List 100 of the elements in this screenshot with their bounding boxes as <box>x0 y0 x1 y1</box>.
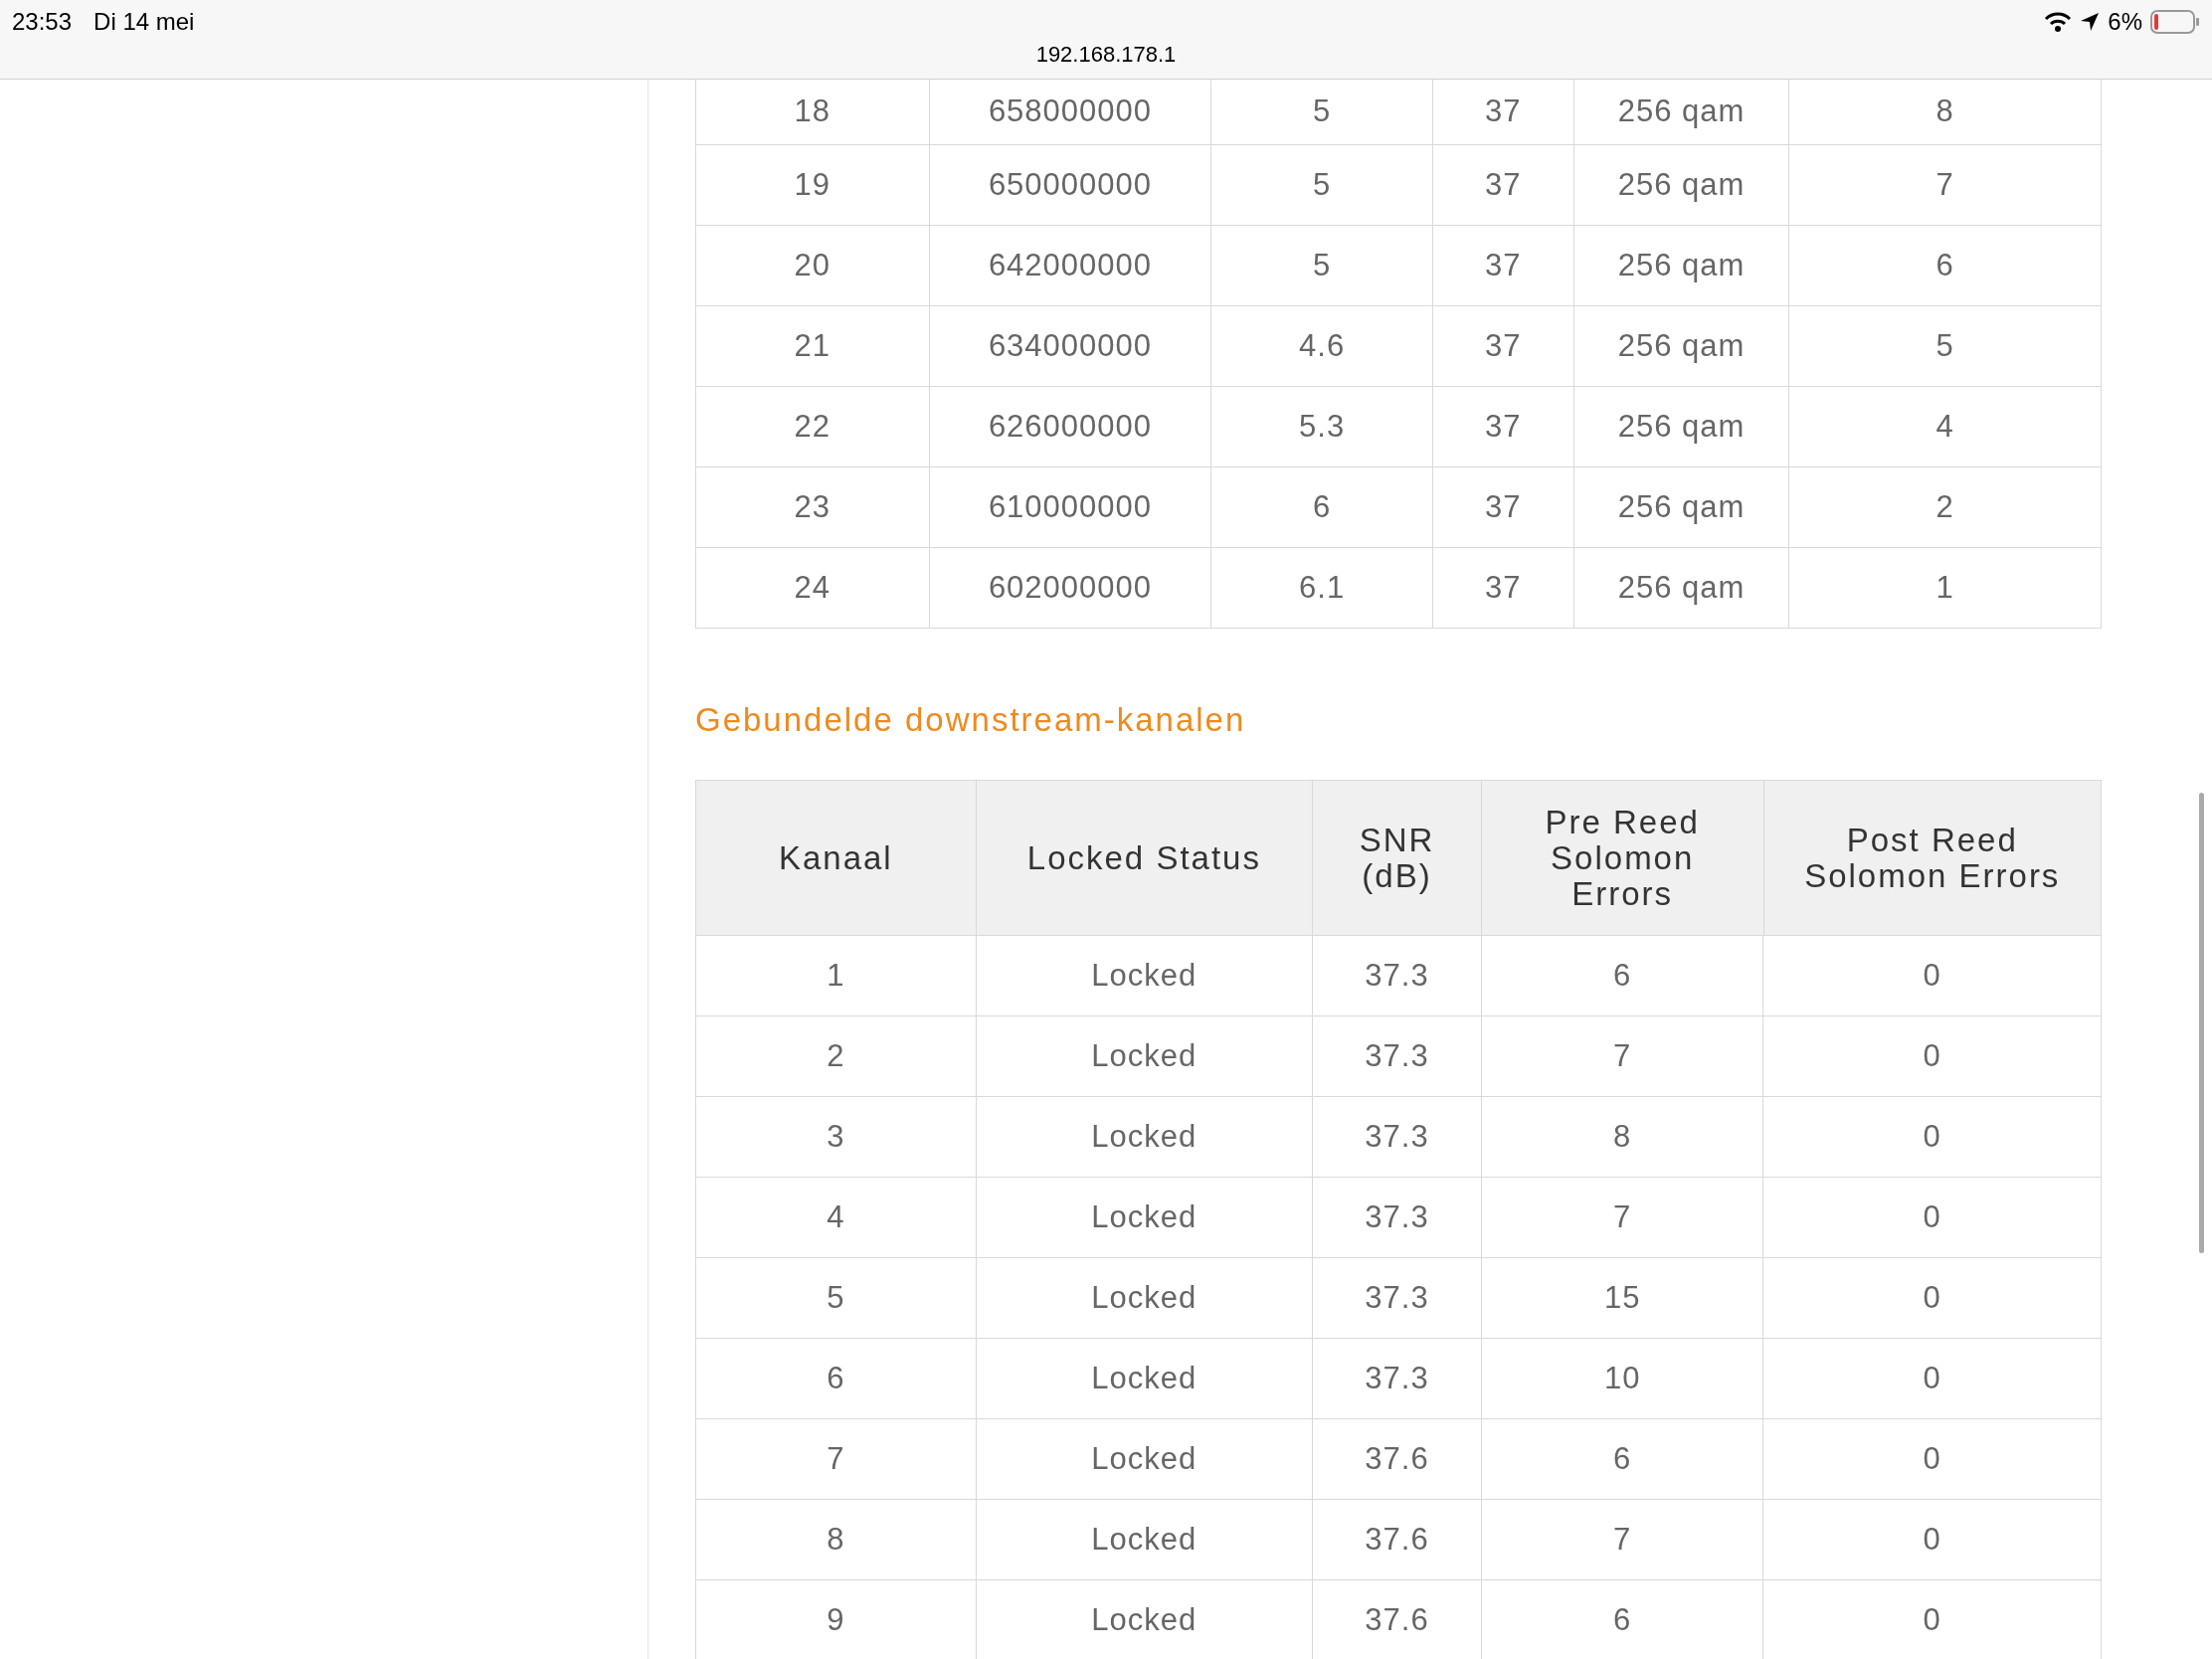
table-cell-text: 0 <box>1922 1036 1942 1075</box>
table-cell: 37 <box>1432 548 1574 628</box>
table-cell: 256 qam <box>1573 226 1790 305</box>
section-title: Gebundelde downstream-kanalen <box>695 700 1247 740</box>
table-cell: 37.6 <box>1313 1580 1482 1659</box>
column-header: Locked Status <box>976 781 1314 935</box>
table-cell: 37.3 <box>1313 936 1482 1015</box>
table-cell: 6.1 <box>1211 548 1433 628</box>
wifi-icon <box>2044 11 2073 33</box>
table-cell: 642000000 <box>929 226 1212 305</box>
table-cell: 5.3 <box>1211 387 1433 466</box>
table-cell: 8 <box>1481 1097 1764 1177</box>
table-cell: 7 <box>1481 1500 1764 1579</box>
table-cell: Locked <box>976 1016 1314 1096</box>
table-cell: 24 <box>696 548 930 628</box>
table-cell: Locked <box>976 1097 1314 1177</box>
table-cell: 37 <box>1432 226 1574 305</box>
table-cell: 256 qam <box>1573 80 1790 144</box>
table-cell: 37.6 <box>1313 1500 1482 1579</box>
table-cell-text: 0 <box>1922 1359 1942 1397</box>
table-cell: 18 <box>696 80 930 144</box>
table-cell-text: 0 <box>1922 956 1942 995</box>
table-cell-text: 0 <box>1922 1600 1942 1639</box>
table-cell-text: 4 <box>1935 407 1955 446</box>
table-cell: Locked <box>976 1339 1314 1418</box>
table-cell-text: 0 <box>1922 1278 1942 1317</box>
table-cell: 4 <box>696 1178 977 1257</box>
table-cell-text: 1 <box>1935 568 1955 607</box>
table-cell-text: 0 <box>1922 1520 1942 1559</box>
table-cell: 610000000 <box>929 467 1212 547</box>
table-cell: Locked <box>976 1500 1314 1579</box>
table-cell: 4.6 <box>1211 306 1433 386</box>
table-cell: 22 <box>696 387 930 466</box>
table-cell: 256 qam <box>1573 548 1790 628</box>
table-cell: 6 <box>1481 936 1764 1015</box>
table-cell: Locked <box>976 1258 1314 1338</box>
status-time: 23:53 <box>12 7 73 37</box>
table-cell: 650000000 <box>929 145 1212 225</box>
table-cell: 9 <box>696 1580 977 1659</box>
location-arrow-icon <box>2080 12 2101 32</box>
battery-icon <box>2150 10 2200 34</box>
table-cell-text: 0 <box>1922 1439 1942 1478</box>
table-cell: 7 <box>1481 1016 1764 1096</box>
table-cell: 37.3 <box>1313 1339 1482 1418</box>
table-cell: Locked <box>976 1580 1314 1659</box>
table-cell: 19 <box>696 145 930 225</box>
table-cell-text: 5 <box>1935 326 1955 365</box>
table-cell: 37.3 <box>1313 1258 1482 1338</box>
table-cell: 37 <box>1432 145 1574 225</box>
table-cell: 21 <box>696 306 930 386</box>
table-cell: 256 qam <box>1573 387 1790 466</box>
table-cell-text: 8 <box>1935 92 1955 131</box>
table-cell: 5 <box>1211 145 1433 225</box>
table-cell: 3 <box>696 1097 977 1177</box>
table-cell: Locked <box>976 1419 1314 1499</box>
table-cell: 37 <box>1432 306 1574 386</box>
column-header: SNR (dB) <box>1313 781 1482 935</box>
status-date: Di 14 mei <box>93 7 195 37</box>
column-header: Post Reed Solomon Errors <box>1803 820 2062 896</box>
table-cell: 5 <box>1211 226 1433 305</box>
table-cell: 658000000 <box>929 80 1212 144</box>
table-cell: 256 qam <box>1573 467 1790 547</box>
table-cell: 10 <box>1481 1339 1764 1418</box>
table-cell: 256 qam <box>1573 306 1790 386</box>
table-cell: 634000000 <box>929 306 1212 386</box>
table-cell: 20 <box>696 226 930 305</box>
url-text: 192.168.178.1 <box>1035 41 1177 69</box>
table-cell: 602000000 <box>929 548 1212 628</box>
table-cell: 15 <box>1481 1258 1764 1338</box>
table-cell: 7 <box>696 1419 977 1499</box>
column-header: Pre Reed Solomon Errors <box>1481 781 1764 935</box>
table-cell: 6 <box>1211 467 1433 547</box>
table-cell: 37 <box>1432 467 1574 547</box>
table-cell: 8 <box>696 1500 977 1579</box>
table-cell: 37 <box>1432 387 1574 466</box>
table-cell-text: 6 <box>1935 246 1955 284</box>
table-cell: 7 <box>1481 1178 1764 1257</box>
table-cell-text: 0 <box>1922 1198 1942 1236</box>
table-cell: 37.3 <box>1313 1097 1482 1177</box>
table-cell: 1 <box>696 936 977 1015</box>
table-cell: 37.3 <box>1313 1016 1482 1096</box>
table-cell: 2 <box>696 1016 977 1096</box>
table-cell: 37 <box>1432 80 1574 144</box>
table-cell: 37.3 <box>1313 1178 1482 1257</box>
table-cell: 6 <box>696 1339 977 1418</box>
table-cell-text: 0 <box>1922 1117 1942 1156</box>
table-cell: 5 <box>1211 80 1433 144</box>
table-cell-text: 2 <box>1935 487 1955 526</box>
table-cell: Locked <box>976 936 1314 1015</box>
battery-percentage: 6% <box>2108 7 2142 37</box>
table-cell: 5 <box>696 1258 977 1338</box>
table-cell: 6 <box>1481 1580 1764 1659</box>
scrollbar[interactable] <box>2199 793 2204 1253</box>
table-cell-text: 7 <box>1935 165 1955 204</box>
column-header: Kanaal <box>696 781 977 935</box>
table-cell: 6 <box>1481 1419 1764 1499</box>
table-cell: Locked <box>976 1178 1314 1257</box>
table-cell: 626000000 <box>929 387 1212 466</box>
table-cell: 37.6 <box>1313 1419 1482 1499</box>
table-cell: 256 qam <box>1573 145 1790 225</box>
